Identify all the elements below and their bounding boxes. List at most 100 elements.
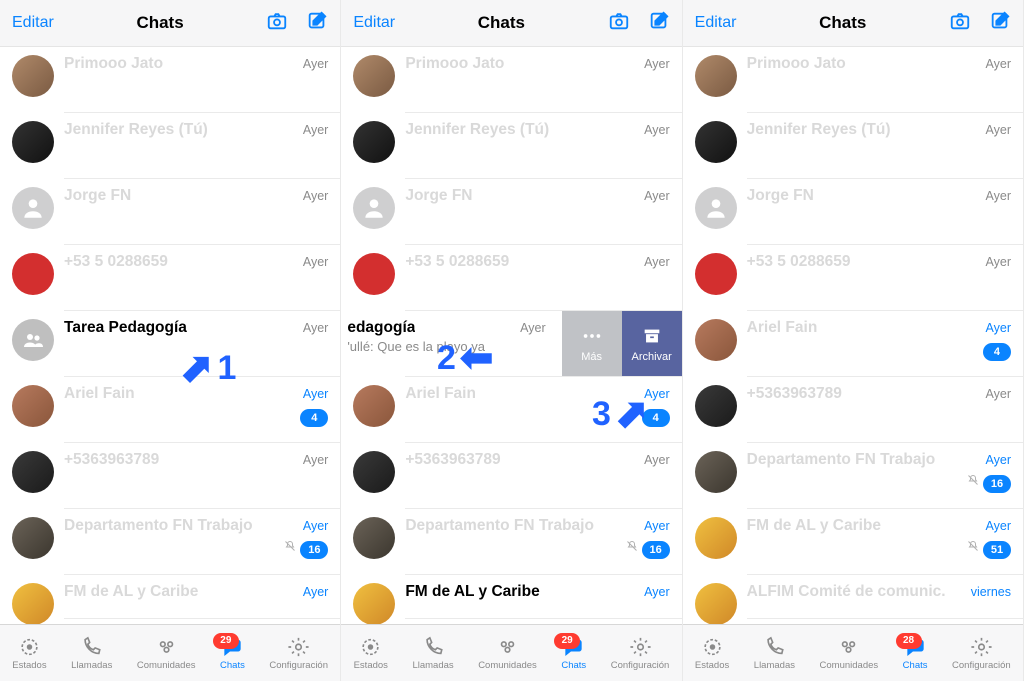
tab-chats[interactable]: 28Chats: [903, 636, 928, 671]
chat-name: Departamento FN Trabajo: [64, 517, 253, 535]
tab-llamadas[interactable]: Llamadas: [412, 636, 453, 671]
chat-time: Ayer: [986, 387, 1011, 401]
muted-icon: [967, 539, 979, 557]
list-item[interactable]: FM de AL y CaribeAyer: [0, 575, 340, 619]
list-item[interactable]: FM de AL y CaribeAyer: [341, 575, 681, 619]
chat-name: +5363963789: [405, 451, 500, 469]
avatar: [695, 121, 737, 163]
list-item-tarea[interactable]: Tarea Pedagogía Ayer: [0, 311, 340, 377]
chat-name: FM de AL y Caribe: [405, 583, 539, 601]
chat-name: Tarea Pedagogía: [64, 319, 187, 337]
unread-badge: 4: [642, 409, 670, 427]
list-item[interactable]: +5363963789Ayer: [683, 377, 1023, 443]
tab-bar: Estados Llamadas Comunidades 28Chats Con…: [683, 624, 1023, 681]
avatar: [12, 385, 54, 427]
tab-config[interactable]: Configuración: [952, 636, 1011, 671]
avatar: [695, 55, 737, 97]
avatar: [353, 253, 395, 295]
tab-estados[interactable]: Estados: [354, 636, 388, 671]
tab-estados[interactable]: Estados: [695, 636, 729, 671]
chat-name: Primooo Jato: [64, 55, 163, 73]
list-item[interactable]: ALFIM Comité de comunic. viernes: [683, 575, 1023, 619]
chat-time: Ayer: [644, 255, 669, 269]
avatar: [353, 187, 395, 229]
chat-time: Ayer: [986, 57, 1011, 71]
list-item[interactable]: Jorge FN Ayer: [0, 179, 340, 245]
edit-button[interactable]: Editar: [353, 14, 395, 32]
list-item[interactable]: +53 5 0288659Ayer: [0, 245, 340, 311]
tab-badge: 28: [896, 633, 922, 649]
pane-3: Editar Chats Primooo JatoAyer Jennifer R…: [683, 0, 1024, 681]
list-item[interactable]: Primooo JatoAyer: [341, 47, 681, 113]
chat-name: Ariel Fain: [64, 385, 135, 403]
chat-time: Ayer: [644, 519, 669, 533]
list-item[interactable]: Jennifer Reyes (Tú) Ayer: [341, 113, 681, 179]
chat-time: Ayer: [303, 387, 328, 401]
list-item[interactable]: FM de AL y CaribeAyer51: [683, 509, 1023, 575]
list-item[interactable]: Primooo JatoAyer: [683, 47, 1023, 113]
chat-time: Ayer: [303, 189, 328, 203]
avatar: [695, 253, 737, 295]
avatar: [12, 517, 54, 559]
tab-chats[interactable]: 29Chats: [561, 636, 586, 671]
compose-icon[interactable]: [989, 10, 1011, 37]
list-item-swiped[interactable]: edagogíaAyer 'ullé: Que es la playo ya M…: [341, 311, 681, 377]
swipe-archive-button[interactable]: Archivar: [622, 311, 682, 377]
list-item[interactable]: Jennifer Reyes (Tú)Ayer: [683, 113, 1023, 179]
chat-name: Jennifer Reyes (Tú): [405, 121, 549, 139]
avatar: [12, 121, 54, 163]
tab-estados[interactable]: Estados: [12, 636, 46, 671]
chat-name: Jorge FN: [64, 187, 131, 205]
unread-badge: 4: [300, 409, 328, 427]
swipe-more-button[interactable]: Más: [562, 311, 622, 377]
tab-comunidades[interactable]: Comunidades: [478, 636, 537, 671]
chat-time: Ayer: [644, 387, 669, 401]
edit-button[interactable]: Editar: [12, 14, 54, 32]
chat-time: viernes: [971, 585, 1011, 599]
chat-name: +5363963789: [64, 451, 159, 469]
avatar: [353, 517, 395, 559]
list-item[interactable]: Ariel FainAyer4: [683, 311, 1023, 377]
list-item[interactable]: Ariel Fain Ayer 4: [0, 377, 340, 443]
pane-1: Editar Chats Primooo JatoAyer Jennifer R…: [0, 0, 341, 681]
tab-config[interactable]: Configuración: [269, 636, 328, 671]
list-item[interactable]: Departamento FN Trabajo Ayer 16: [341, 509, 681, 575]
compose-icon[interactable]: [306, 10, 328, 37]
camera-icon[interactable]: [949, 10, 971, 37]
chat-name: ALFIM Comité de comunic.: [747, 583, 946, 601]
camera-icon[interactable]: [266, 10, 288, 37]
list-item[interactable]: Jennifer Reyes (Tú)Ayer: [0, 113, 340, 179]
tab-config[interactable]: Configuración: [611, 636, 670, 671]
avatar: [353, 451, 395, 493]
tab-badge: 29: [213, 633, 239, 649]
edit-button[interactable]: Editar: [695, 14, 737, 32]
camera-icon[interactable]: [608, 10, 630, 37]
chat-name: Jorge FN: [747, 187, 814, 205]
list-item[interactable]: +53 5 0288659Ayer: [683, 245, 1023, 311]
list-item[interactable]: +53 5 0288659Ayer: [341, 245, 681, 311]
avatar: [353, 121, 395, 163]
chat-time: Ayer: [986, 255, 1011, 269]
chat-time: Ayer: [644, 123, 669, 137]
list-item[interactable]: Departamento FN Trabajo Ayer 16: [0, 509, 340, 575]
tab-comunidades[interactable]: Comunidades: [820, 636, 879, 671]
tab-chats[interactable]: 29Chats: [220, 636, 245, 671]
avatar: [695, 451, 737, 493]
list-item[interactable]: Ariel FainAyer4: [341, 377, 681, 443]
unread-badge: 16: [642, 541, 670, 559]
chat-time: Ayer: [303, 321, 328, 335]
chat-name: +53 5 0288659: [64, 253, 168, 271]
list-item[interactable]: +5363963789Ayer: [0, 443, 340, 509]
chat-name: Jorge FN: [405, 187, 472, 205]
list-item[interactable]: Jorge FNAyer: [341, 179, 681, 245]
tab-llamadas[interactable]: Llamadas: [754, 636, 795, 671]
tab-comunidades[interactable]: Comunidades: [137, 636, 196, 671]
tab-llamadas[interactable]: Llamadas: [71, 636, 112, 671]
chat-name: Departamento FN Trabajo: [405, 517, 594, 535]
chat-time: Ayer: [986, 123, 1011, 137]
compose-icon[interactable]: [648, 10, 670, 37]
list-item[interactable]: Departamento FN TrabajoAyer16: [683, 443, 1023, 509]
list-item[interactable]: +5363963789Ayer: [341, 443, 681, 509]
list-item[interactable]: Primooo JatoAyer: [0, 47, 340, 113]
list-item[interactable]: Jorge FNAyer: [683, 179, 1023, 245]
